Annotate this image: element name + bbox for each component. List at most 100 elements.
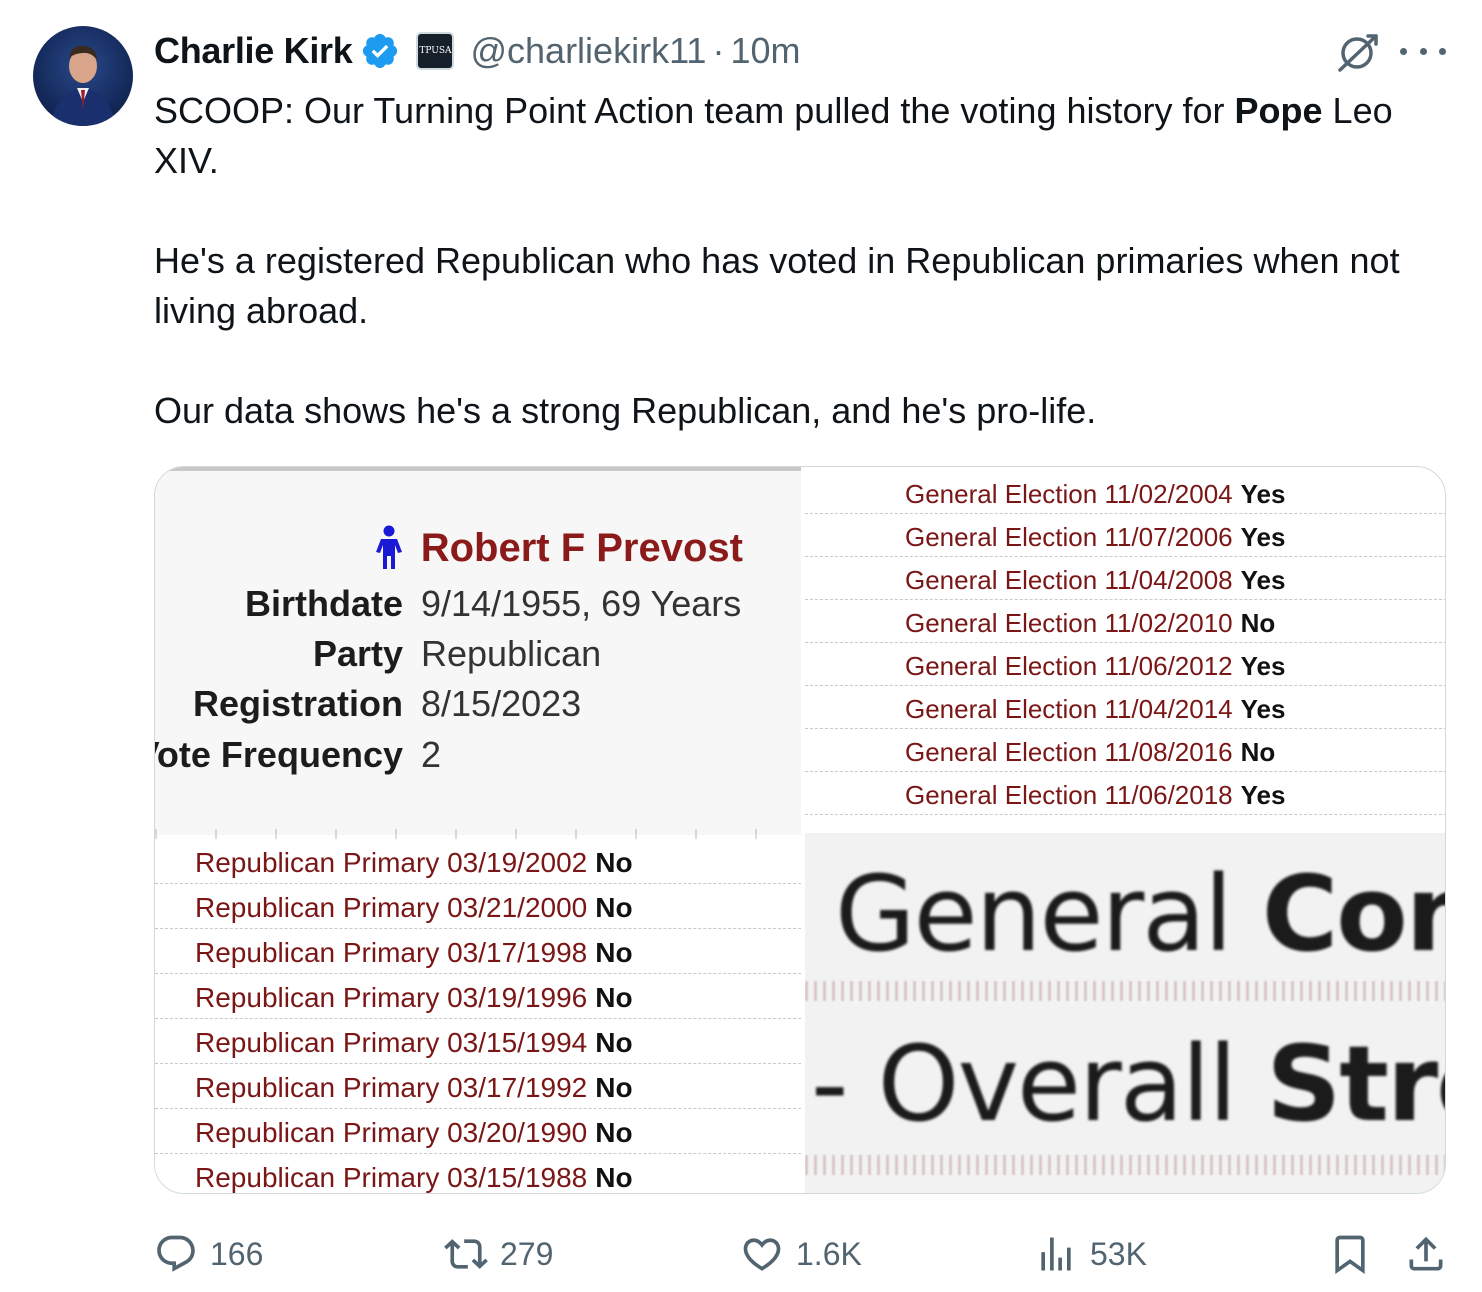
zoomed-text-line-1: General Cons — [835, 853, 1445, 975]
share-button[interactable] — [1404, 1226, 1448, 1282]
profile-row: Registration 8/15/2023 — [155, 683, 581, 733]
bookmark-icon — [1335, 1235, 1365, 1275]
election-label: General Election 11/04/2008 — [905, 565, 1233, 595]
general-election-row: General Election 11/04/2014 Yes — [805, 686, 1445, 729]
general-election-history: General Election 11/02/2004 Yes General E… — [805, 467, 1445, 829]
general-election-row: General Election 11/02/2010 No — [805, 600, 1445, 643]
vote-answer: Yes — [1240, 522, 1286, 552]
vote-answer: Yes — [1240, 651, 1286, 681]
like-count: 1.6K — [796, 1235, 862, 1272]
profile-value: 9/14/1955, 69 Years — [421, 583, 742, 624]
vote-answer: Yes — [1240, 479, 1286, 509]
election-label: General Election 11/02/2004 — [905, 479, 1233, 509]
bookmark-button[interactable] — [1328, 1226, 1372, 1282]
primary-label: Republican Primary 03/19/1996 — [195, 982, 588, 1013]
primary-row: Republican Primary 03/19/1996 No — [155, 974, 801, 1019]
person-icon — [375, 525, 402, 569]
voter-name: Robert F Prevost — [420, 525, 743, 570]
profile-value: Republican — [421, 633, 602, 674]
vote-answer: No — [1240, 737, 1276, 767]
like-button[interactable]: 1.6K — [740, 1226, 862, 1282]
vote-answer: Yes — [1240, 565, 1286, 595]
heart-icon — [743, 1238, 781, 1271]
primary-label: Republican Primary 03/17/1992 — [195, 1072, 588, 1103]
zoomed-text-line-2: - Overall Stro — [811, 1023, 1445, 1145]
tweet-paragraph-2: He's a registered Republican who has vot… — [154, 240, 1400, 331]
share-icon — [1409, 1236, 1443, 1271]
profile-label: Registration — [192, 683, 403, 724]
vote-answer: No — [595, 937, 633, 968]
affiliation-logo-icon[interactable]: TPUSA — [416, 32, 455, 70]
reply-count: 166 — [210, 1235, 264, 1272]
profile-label: Party — [312, 633, 403, 674]
primary-row: Republican Primary 03/21/2000 No — [155, 884, 801, 929]
tweet-header: Charlie Kirk TPUSA @charliekirk11 · 10m — [154, 28, 800, 74]
vote-answer: No — [595, 847, 633, 878]
vote-answer: No — [595, 1027, 633, 1058]
election-label: General Election 11/08/2016 — [905, 737, 1233, 767]
author-name[interactable]: Charlie Kirk — [154, 30, 353, 72]
profile-label: Birthdate — [244, 583, 403, 624]
views-button[interactable]: 53K — [1034, 1226, 1147, 1282]
avatar[interactable] — [33, 26, 133, 126]
views-chart-icon — [1041, 1237, 1071, 1271]
primary-row: Republican Primary 03/15/1994 No — [155, 1019, 801, 1064]
voter-name-line: Robert F Prevost — [371, 525, 743, 571]
general-election-row: General Election 11/06/2012 Yes — [805, 643, 1445, 686]
vote-answer: No — [595, 982, 633, 1013]
vote-answer: No — [595, 1072, 633, 1103]
profile-value: 2 — [421, 734, 442, 775]
timestamp[interactable]: 10m — [730, 30, 800, 72]
vote-answer: Yes — [1240, 694, 1286, 724]
general-election-row: General Election 11/02/2004 Yes — [805, 471, 1445, 514]
profile-label: Vote Frequency — [155, 734, 403, 775]
views-count: 53K — [1090, 1235, 1147, 1272]
general-election-row: General Election 11/08/2016 No — [805, 729, 1445, 772]
election-label: General Election 11/04/2014 — [905, 694, 1233, 724]
primary-row: Republican Primary 03/15/1988 No — [155, 1154, 801, 1193]
blurred-row-noise — [805, 981, 1445, 1001]
tweet-media-image[interactable]: Robert F Prevost Birthdate 9/14/1955, 69… — [154, 466, 1446, 1194]
profile-value: 8/15/2023 — [421, 683, 582, 724]
primary-label: Republican Primary 03/20/1990 — [195, 1117, 588, 1148]
primary-label: Republican Primary 03/21/2000 — [195, 892, 588, 923]
primary-label: Republican Primary 03/15/1988 — [195, 1162, 588, 1193]
election-label: General Election 11/07/2006 — [905, 522, 1233, 552]
reply-icon — [157, 1235, 195, 1272]
cropped-row-edge — [155, 829, 801, 839]
tweet-actions: 166 279 1.6K 53K — [154, 1226, 1448, 1282]
profile-row: Birthdate 9/14/1955, 69 Years — [155, 583, 741, 633]
primary-label: Republican Primary 03/17/1998 — [195, 937, 588, 968]
more-options-icon[interactable] — [1400, 44, 1446, 58]
separator: · — [712, 30, 725, 71]
election-label: General Election 11/02/2010 — [905, 608, 1233, 638]
affiliation-text: TPUSA — [419, 46, 452, 56]
tweet-bold-text: Pope — [1234, 90, 1323, 131]
reply-button[interactable]: 166 — [154, 1226, 263, 1282]
primary-row: Republican Primary 03/17/1998 No — [155, 929, 801, 974]
primary-label: Republican Primary 03/15/1994 — [195, 1027, 588, 1058]
vote-answer: No — [595, 892, 633, 923]
vote-answer: No — [595, 1117, 633, 1148]
verified-badge-icon[interactable] — [360, 31, 400, 71]
avatar-photo — [51, 45, 115, 126]
repost-icon — [444, 1239, 488, 1269]
tweet-paragraph-3: Our data shows he's a strong Republican,… — [154, 390, 1097, 431]
vote-answer: Yes — [1240, 780, 1286, 810]
election-label: General Election 11/06/2018 — [905, 780, 1233, 810]
primary-row: Republican Primary 03/19/2002 No — [155, 839, 801, 884]
blurred-row-noise — [805, 1155, 1445, 1175]
grok-icon[interactable] — [1334, 30, 1382, 74]
general-election-row: General Election 11/04/2008 Yes — [805, 557, 1445, 600]
voter-profile-panel: Robert F Prevost Birthdate 9/14/1955, 69… — [155, 467, 801, 839]
general-election-row: General Election 11/06/2018 Yes — [805, 772, 1445, 815]
election-label: General Election 11/06/2012 — [905, 651, 1233, 681]
zoomed-summary-panel: General Cons - Overall Stro — [805, 833, 1445, 1193]
republican-primary-history: Republican Primary 03/19/2002 No Republic… — [155, 839, 801, 1193]
profile-row: Party Republican — [155, 633, 601, 683]
primary-label: Republican Primary 03/19/2002 — [195, 847, 588, 878]
repost-button[interactable]: 279 — [444, 1226, 553, 1282]
vote-answer: No — [595, 1162, 633, 1193]
primary-row: Republican Primary 03/17/1992 No — [155, 1064, 801, 1109]
author-handle[interactable]: @charliekirk11 — [470, 30, 706, 72]
